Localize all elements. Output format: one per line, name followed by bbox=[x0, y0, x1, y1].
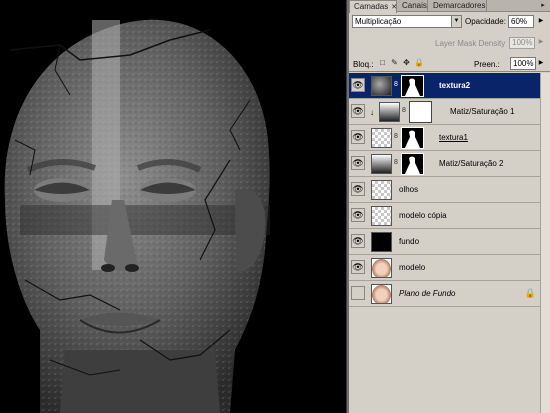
layer-row-modelo-copia[interactable]: 👁 modelo cópia bbox=[349, 203, 550, 229]
opacity-label: Opacidade: bbox=[465, 17, 506, 26]
layer-thumbnail bbox=[371, 76, 392, 96]
lock-transparency-icon[interactable]: □ bbox=[378, 58, 387, 68]
blend-mode-select[interactable]: Multiplicação ▼ bbox=[352, 15, 462, 28]
eye-icon[interactable]: 👁 bbox=[351, 234, 365, 248]
tab-label: Camadas bbox=[354, 2, 389, 11]
layer-name: textura1 bbox=[439, 133, 468, 142]
tab-camadas[interactable]: Camadas ✕ bbox=[349, 0, 397, 13]
adjustment-thumbnail bbox=[371, 154, 392, 174]
layer-name: modelo bbox=[399, 263, 426, 272]
lock-options: □ ✎ ✥ 🔒 bbox=[378, 58, 424, 70]
panel-menu-arrow-icon[interactable]: ▸ bbox=[538, 1, 548, 10]
eye-icon[interactable]: 👁 bbox=[351, 104, 365, 118]
stone-face-artwork bbox=[4, 19, 270, 413]
opacity-input[interactable]: 60% bbox=[508, 15, 534, 28]
eye-icon[interactable]: 👁 bbox=[351, 130, 365, 144]
layer-mask-density-label: Layer Mask Density bbox=[435, 39, 506, 48]
panel-tab-bar: Camadas ✕ Canais Demarcadores ▸ bbox=[349, 0, 550, 13]
blend-opacity-row: Multiplicação ▼ Opacidade: 60% ▶ bbox=[349, 14, 550, 30]
layer-row-matiz-saturacao-2[interactable]: 👁 8 Matiz/Saturação 2 bbox=[349, 151, 550, 177]
eye-icon[interactable]: 👁 bbox=[351, 208, 365, 222]
layer-row-textura1[interactable]: 👁 8 textura1 bbox=[349, 125, 550, 151]
lock-label: Bloq.: bbox=[353, 60, 374, 69]
close-icon[interactable]: ✕ bbox=[391, 4, 397, 11]
document-canvas[interactable] bbox=[0, 0, 346, 413]
layer-row-modelo[interactable]: 👁 modelo bbox=[349, 255, 550, 281]
layer-name: Matiz/Saturação 1 bbox=[450, 107, 515, 116]
link-chain-icon[interactable]: 8 bbox=[402, 107, 406, 114]
eye-icon[interactable]: 👁 bbox=[351, 182, 365, 196]
layers-panel: Camadas ✕ Canais Demarcadores ▸ Multiplic… bbox=[349, 0, 550, 413]
lock-fill-row: Bloq.: □ ✎ ✥ 🔒 Preen.: 100% ▶ bbox=[349, 56, 550, 72]
tab-canais[interactable]: Canais bbox=[398, 0, 428, 12]
link-chain-icon[interactable]: 8 bbox=[394, 81, 398, 88]
tab-demarcadores[interactable]: Demarcadores bbox=[429, 0, 487, 12]
layer-row-olhos[interactable]: 👁 olhos bbox=[349, 177, 550, 203]
fill-slider-arrow-icon[interactable]: ▶ bbox=[536, 58, 546, 69]
chevron-down-icon[interactable]: ▼ bbox=[451, 16, 461, 27]
layer-thumbnail bbox=[371, 206, 392, 226]
layers-scrollbar[interactable] bbox=[540, 73, 550, 413]
layer-name: modelo cópia bbox=[399, 211, 447, 220]
fill-input[interactable]: 100% bbox=[510, 57, 536, 70]
layer-thumbnail bbox=[371, 258, 392, 278]
eye-icon[interactable]: 👁 bbox=[351, 260, 365, 274]
layer-name: Matiz/Saturação 2 bbox=[439, 159, 504, 168]
adjustment-thumbnail bbox=[379, 102, 400, 122]
lock-icon: 🔒 bbox=[524, 288, 536, 298]
layer-thumbnail bbox=[371, 128, 392, 148]
opacity-slider-arrow-icon[interactable]: ▶ bbox=[536, 16, 546, 27]
link-chain-icon[interactable]: 8 bbox=[394, 133, 398, 140]
layer-mask-density-row: Layer Mask Density 100% ▶ bbox=[349, 36, 550, 50]
blend-mode-value: Multiplicação bbox=[355, 17, 402, 26]
layer-row-fundo[interactable]: 👁 fundo bbox=[349, 229, 550, 255]
layer-thumbnail bbox=[371, 180, 392, 200]
layer-mask-thumbnail[interactable] bbox=[401, 75, 424, 97]
layer-mask-thumbnail[interactable] bbox=[401, 127, 424, 149]
lock-all-icon[interactable]: 🔒 bbox=[414, 58, 424, 68]
lock-position-icon[interactable]: ✥ bbox=[402, 58, 411, 68]
layer-row-plano-de-fundo[interactable]: 👁 Plano de Fundo 🔒 bbox=[349, 281, 550, 307]
tab-label: Canais bbox=[402, 1, 427, 10]
layer-thumbnail bbox=[371, 284, 392, 304]
layer-name: fundo bbox=[399, 237, 420, 246]
fill-label: Preen.: bbox=[474, 60, 500, 69]
layers-list: 👁 8 textura2 👁 ↓ 8 Matiz/Saturação 1 👁 8 bbox=[349, 73, 550, 413]
lock-pixels-icon[interactable]: ✎ bbox=[390, 58, 399, 68]
layer-name: textura2 bbox=[439, 81, 471, 90]
layer-thumbnail bbox=[371, 232, 392, 252]
layer-name: Plano de Fundo bbox=[399, 289, 456, 298]
eye-icon[interactable]: 👁 bbox=[351, 286, 365, 300]
layer-mask-thumbnail[interactable] bbox=[409, 101, 432, 123]
tab-label: Demarcadores bbox=[433, 1, 486, 10]
density-slider-arrow-icon[interactable]: ▶ bbox=[536, 38, 546, 49]
eye-icon[interactable]: 👁 bbox=[351, 78, 365, 92]
layer-row-matiz-saturacao-1[interactable]: 👁 ↓ 8 Matiz/Saturação 1 bbox=[349, 99, 550, 125]
layer-row-textura2[interactable]: 👁 8 textura2 bbox=[349, 73, 550, 99]
layer-name: olhos bbox=[399, 185, 419, 194]
clipping-mask-icon: ↓ bbox=[370, 108, 374, 117]
layer-mask-thumbnail[interactable] bbox=[401, 153, 424, 175]
layer-mask-density-input[interactable]: 100% bbox=[509, 37, 535, 49]
eye-icon[interactable]: 👁 bbox=[351, 156, 365, 170]
link-chain-icon[interactable]: 8 bbox=[394, 159, 398, 166]
